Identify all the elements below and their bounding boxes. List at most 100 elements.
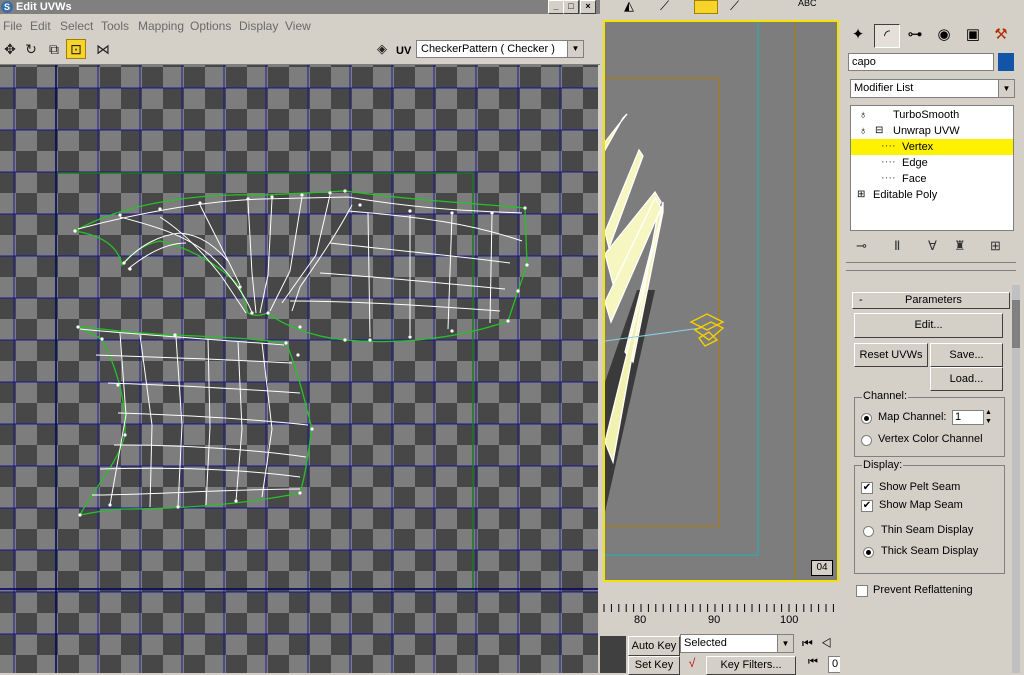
configure-sets-icon[interactable]: ⊞: [990, 238, 1001, 254]
show-map-seam-checkbox[interactable]: ✔: [861, 500, 873, 512]
stack-item-face[interactable]: ···· Face: [851, 171, 1013, 187]
stack-item-unwrap-uvw[interactable]: ♁ ⊟ Unwrap UVW: [851, 123, 1013, 139]
uv-vertex: [300, 193, 304, 197]
timeline-ruler[interactable]: 80 90 100: [600, 602, 840, 630]
hierarchy-icon[interactable]: ⊶: [903, 24, 927, 46]
uv-vertex: [490, 211, 494, 215]
menu-tools[interactable]: Tools: [101, 19, 129, 33]
stack-item-turbosmooth[interactable]: ♁ TurboSmooth: [851, 107, 1013, 123]
tree-connector: ····: [881, 140, 896, 152]
menu-edit[interactable]: Edit: [30, 19, 51, 33]
spell-icon[interactable]: ABC: [798, 0, 817, 8]
stack-item-vertex[interactable]: ···· Vertex: [851, 139, 1013, 155]
save-button[interactable]: Save...: [930, 343, 1003, 367]
map-channel-spinner[interactable]: 1: [952, 410, 984, 425]
timeline-tick-90: 90: [708, 614, 721, 626]
uv-vertex: [176, 505, 180, 509]
motion-icon[interactable]: ◉: [932, 24, 956, 46]
key-mode-toggle-icon[interactable]: ⏮: [808, 656, 818, 669]
set-key-button[interactable]: Set Key: [628, 656, 680, 675]
create-icon[interactable]: ✦: [846, 24, 870, 46]
auto-key-button[interactable]: Auto Key: [628, 636, 680, 656]
uv-editor-canvas[interactable]: [0, 65, 598, 673]
pin-stack-icon[interactable]: ⊸: [856, 238, 867, 254]
close-icon[interactable]: ×: [580, 0, 596, 14]
spinner-arrows-icon[interactable]: ▲ ▼: [985, 408, 992, 426]
freeform-icon[interactable]: ⊡: [66, 39, 86, 59]
rotate-icon[interactable]: ↻: [21, 39, 41, 59]
map-channel-radio[interactable]: [861, 413, 872, 424]
uv-vertex: [78, 513, 82, 517]
menu-file[interactable]: File: [3, 19, 22, 33]
make-unique-icon[interactable]: ∀: [928, 238, 937, 254]
app-icon: S: [1, 1, 13, 13]
modifier-list-dropdown[interactable]: Modifier List ▼: [850, 79, 1015, 98]
object-color-swatch[interactable]: [998, 53, 1014, 71]
load-button[interactable]: Load...: [930, 367, 1003, 391]
prev-frame-icon[interactable]: ◁: [821, 636, 840, 650]
utilities-icon[interactable]: ⚒: [989, 24, 1013, 46]
map-channel-label: Map Channel:: [878, 411, 947, 423]
texture-dropdown[interactable]: CheckerPattern ( Checker ) ▼: [416, 40, 584, 58]
scale-icon[interactable]: ⧉: [44, 39, 64, 59]
modify-icon[interactable]: ◜: [874, 24, 900, 48]
prevent-reflattening-checkbox[interactable]: [856, 585, 868, 597]
vertex-color-channel-radio[interactable]: [861, 435, 872, 446]
display-icon[interactable]: ▣: [961, 24, 985, 46]
stack-item-editable-poly[interactable]: ⊞ Editable Poly: [851, 187, 1013, 203]
menu-display[interactable]: Display: [239, 19, 278, 33]
select-object-icon[interactable]: ◭: [624, 0, 634, 14]
uv-vertex: [358, 203, 362, 207]
move-icon[interactable]: ✥: [0, 39, 20, 59]
checker-map-icon[interactable]: ◈: [372, 39, 392, 59]
menu-mapping[interactable]: Mapping: [138, 19, 184, 33]
scrollbar-thumb[interactable]: [1012, 300, 1020, 348]
chevron-down-icon: ▼: [567, 41, 583, 57]
show-pelt-seam-label: Show Pelt Seam: [879, 481, 961, 493]
collapse-icon[interactable]: ⊟: [875, 123, 883, 139]
perspective-viewport[interactable]: 04: [603, 20, 839, 582]
parameters-title: Parameters: [905, 294, 962, 306]
main-toolbar-strip: ◭ ⟋ ⟋ ABC: [600, 0, 840, 20]
key-mode-select[interactable]: Selected ▼: [680, 634, 794, 653]
mirror-icon[interactable]: ⋈: [93, 39, 113, 59]
viewport-label: 04: [811, 560, 833, 576]
stack-item-edge[interactable]: ···· Edge: [851, 155, 1013, 171]
show-pelt-seam-checkbox[interactable]: ✔: [861, 482, 873, 494]
thin-seam-radio[interactable]: [863, 526, 874, 537]
uv-overlay: [0, 65, 598, 673]
snap-toggle-icon[interactable]: [694, 0, 718, 14]
uv-vertex: [266, 311, 270, 315]
map-channel-value: 1: [955, 411, 962, 423]
channel-group: [854, 397, 1005, 457]
uv-vertex: [298, 491, 302, 495]
object-name-value: capo: [852, 56, 876, 68]
grid-lines: [0, 65, 598, 673]
show-end-result-icon[interactable]: Ⅱ: [894, 238, 900, 254]
key-curve-icon[interactable]: √: [682, 656, 702, 673]
maximize-icon[interactable]: □: [563, 0, 579, 14]
menu-view[interactable]: View: [285, 19, 311, 33]
mirror-tool-icon[interactable]: ⟋: [730, 0, 739, 14]
uv-vertex: [198, 201, 202, 205]
object-name-field[interactable]: capo: [848, 53, 994, 71]
key-filters-button[interactable]: Key Filters...: [706, 656, 796, 675]
divider: [846, 270, 1016, 271]
remove-modifier-icon[interactable]: ♜: [954, 238, 966, 254]
uv-label: UV: [396, 45, 412, 57]
expand-icon[interactable]: ⊞: [857, 187, 865, 203]
edit-button[interactable]: Edit...: [854, 313, 1003, 338]
go-to-start-icon[interactable]: ⏮: [802, 636, 821, 650]
select-region-icon[interactable]: ⟋: [660, 0, 669, 14]
uv-vertex: [310, 427, 314, 431]
menu-select[interactable]: Select: [60, 19, 93, 33]
uvw-title-bar[interactable]: S Edit UVWs _ □ ×: [0, 0, 600, 14]
lightbulb-icon[interactable]: ♁: [859, 123, 867, 139]
uv-vertex: [516, 289, 520, 293]
lightbulb-icon[interactable]: ♁: [859, 107, 867, 123]
minimize-icon[interactable]: _: [548, 0, 564, 14]
parameters-rollout-header[interactable]: - Parameters: [852, 292, 1010, 309]
menu-options[interactable]: Options: [190, 19, 231, 33]
thick-seam-radio[interactable]: [863, 547, 874, 558]
reset-uvws-button[interactable]: Reset UVWs: [854, 343, 928, 367]
